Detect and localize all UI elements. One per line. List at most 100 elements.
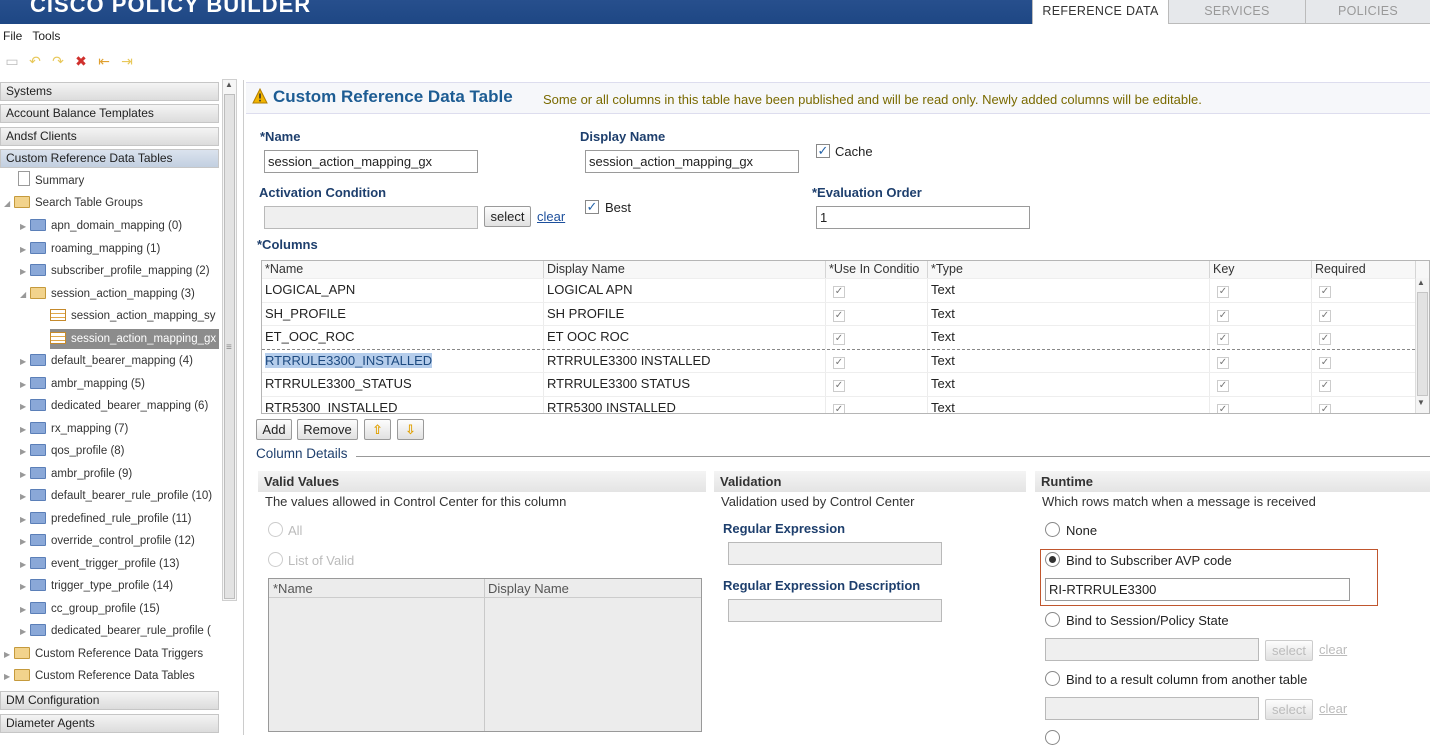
collapsed-arrow-icon[interactable]: ▶ <box>20 532 30 552</box>
bind-session-radio[interactable] <box>1045 612 1060 627</box>
grid-header-display-name[interactable]: Display Name <box>544 261 826 278</box>
check-icon[interactable]: ✓ <box>1319 286 1331 298</box>
menu-file[interactable]: File <box>3 29 22 43</box>
collapsed-arrow-icon[interactable]: ▶ <box>20 420 30 440</box>
delete-icon[interactable]: ✖ <box>72 52 90 70</box>
grid-cell-name[interactable]: RTRRULE3300_INSTALLED <box>262 349 544 373</box>
table-row[interactable]: ET_OOC_ROC ET OOC ROC ✓ Text ✓ ✓ <box>262 325 1416 349</box>
table-row[interactable]: SH_PROFILE SH PROFILE ✓ Text ✓ ✓ <box>262 301 1416 326</box>
grid-cell-checkbox[interactable]: ✓ <box>1210 279 1312 302</box>
grid-cell-name[interactable]: SH_PROFILE <box>262 302 544 326</box>
tree-group-item[interactable]: ▶ ambr_mapping (5) <box>20 374 145 394</box>
grid-scrollbar[interactable]: ▲ ▼ <box>1415 278 1429 413</box>
check-icon[interactable]: ✓ <box>1319 380 1331 392</box>
collapsed-arrow-icon[interactable]: ▶ <box>20 397 30 417</box>
grid-cell-checkbox[interactable]: ✓ <box>1312 302 1416 326</box>
pane-splitter[interactable] <box>243 80 244 735</box>
check-icon[interactable]: ✓ <box>1217 356 1229 369</box>
grid-cell-type[interactable]: Text <box>928 279 1210 302</box>
cache-checkbox[interactable]: ✓ <box>816 144 830 158</box>
tab-services[interactable]: SERVICES <box>1168 0 1305 24</box>
runtime-none-radio[interactable] <box>1045 522 1060 537</box>
grid-cell-checkbox[interactable]: ✓ <box>1210 349 1312 373</box>
grid-cell-checkbox[interactable]: ✓ <box>826 302 928 326</box>
grid-cell-display[interactable]: SH PROFILE <box>544 302 826 326</box>
grid-cell-display[interactable]: RTR5300 INSTALLED <box>544 396 826 413</box>
tree-group-item[interactable]: ▶ cc_group_profile (15) <box>20 599 160 619</box>
grid-scroll-down-icon[interactable]: ▼ <box>1417 398 1425 407</box>
check-icon[interactable]: ✓ <box>1319 309 1331 322</box>
collapsed-arrow-icon[interactable]: ▶ <box>20 555 30 575</box>
nav-diameter-agents[interactable]: Diameter Agents <box>0 714 219 733</box>
nav-account-balance-templates[interactable]: Account Balance Templates <box>0 104 219 123</box>
tab-policies[interactable]: POLICIES <box>1305 0 1430 24</box>
collapsed-arrow-icon[interactable]: ▶ <box>4 667 14 687</box>
collapsed-arrow-icon[interactable]: ▶ <box>20 217 30 237</box>
tree-group-item[interactable]: ▶ trigger_type_profile (14) <box>20 576 173 596</box>
collapsed-arrow-icon[interactable]: ▶ <box>20 442 30 462</box>
redo-icon[interactable]: ↷ <box>49 52 67 70</box>
grid-cell-checkbox[interactable]: ✓ <box>826 279 928 302</box>
add-button[interactable]: Add <box>256 419 292 440</box>
grid-cell-display[interactable]: ET OOC ROC <box>544 326 826 349</box>
check-icon[interactable]: ✓ <box>1217 309 1229 322</box>
check-icon[interactable]: ✓ <box>1319 403 1331 413</box>
tree-group-item[interactable]: ▶ roaming_mapping (1) <box>20 239 160 259</box>
tree-group-item[interactable]: ▶ apn_domain_mapping (0) <box>20 216 182 236</box>
grid-cell-checkbox[interactable]: ✓ <box>1312 349 1416 373</box>
nav-systems[interactable]: Systems <box>0 82 219 101</box>
table-row[interactable]: RTR5300_INSTALLED RTR5300 INSTALLED ✓ Text ✓… <box>262 395 1416 413</box>
grid-scroll-up-icon[interactable]: ▲ <box>1417 278 1425 287</box>
tree-group-item[interactable]: ▶ qos_profile (8) <box>20 441 125 461</box>
tree-group-item[interactable]: ◢ session_action_mapping (3) <box>20 284 195 304</box>
nav-custom-reference-data-tables[interactable]: Custom Reference Data Tables <box>0 149 219 168</box>
collapsed-arrow-icon[interactable]: ▶ <box>20 240 30 260</box>
tree-group-item[interactable]: ▶ dedicated_bearer_mapping (6) <box>20 396 208 416</box>
tree-group-item[interactable]: ▶ default_bearer_mapping (4) <box>20 351 193 371</box>
grid-cell-checkbox[interactable]: ✓ <box>826 373 928 396</box>
expanded-arrow-icon[interactable]: ◢ <box>4 194 14 214</box>
tree-group-item[interactable]: ▶ dedicated_bearer_rule_profile ( <box>20 621 211 641</box>
result-clear-link[interactable]: clear <box>1319 701 1347 716</box>
tree-search-table-groups[interactable]: ◢ Search Table Groups <box>4 193 143 213</box>
grid-cell-name[interactable]: RTR5300_INSTALLED <box>262 396 544 413</box>
grid-cell-checkbox[interactable]: ✓ <box>1312 373 1416 396</box>
tree-group-item[interactable]: ▶ ambr_profile (9) <box>20 464 132 484</box>
grid-cell-type[interactable]: Text <box>928 326 1210 349</box>
tree-group-item[interactable]: ▶ subscriber_profile_mapping (2) <box>20 261 210 281</box>
collapsed-arrow-icon[interactable]: ▶ <box>20 577 30 597</box>
grid-header-key[interactable]: Key <box>1210 261 1312 278</box>
nav-dm-configuration[interactable]: DM Configuration <box>0 691 219 710</box>
move-up-button[interactable]: ⇧ <box>364 419 391 440</box>
grid-scroll-thumb[interactable] <box>1417 292 1428 396</box>
tab-reference-data[interactable]: REFERENCE DATA <box>1032 0 1168 24</box>
grid-cell-name[interactable]: RTRRULE3300_STATUS <box>262 373 544 396</box>
grid-header-name[interactable]: *Name <box>262 261 544 278</box>
save-icon[interactable]: ▭ <box>3 52 21 70</box>
menu-tools[interactable]: Tools <box>32 29 60 43</box>
forward-icon[interactable]: ⇥ <box>118 52 136 70</box>
activation-select-button[interactable]: select <box>484 206 531 227</box>
evaluation-order-field[interactable]: 1 <box>816 206 1030 229</box>
tree-group-item[interactable]: ▶ default_bearer_rule_profile (10) <box>20 486 212 506</box>
tree-group-item[interactable]: ▶ override_control_profile (12) <box>20 531 195 551</box>
nav-scrollbar[interactable]: ▲ <box>222 79 237 601</box>
grid-cell-type[interactable]: Text <box>928 373 1210 396</box>
move-down-button[interactable]: ⇩ <box>397 419 424 440</box>
grid-cell-checkbox[interactable]: ✓ <box>826 349 928 373</box>
grid-cell-checkbox[interactable]: ✓ <box>1312 279 1416 302</box>
grid-cell-type[interactable]: Text <box>928 349 1210 373</box>
valid-list-radio[interactable] <box>268 552 283 567</box>
grid-cell-display[interactable]: LOGICAL APN <box>544 279 826 302</box>
check-icon[interactable]: ✓ <box>1217 286 1229 298</box>
collapsed-arrow-icon[interactable]: ▶ <box>20 600 30 620</box>
grid-cell-name[interactable]: LOGICAL_APN <box>262 279 544 302</box>
best-checkbox[interactable]: ✓ <box>585 200 599 214</box>
check-icon[interactable]: ✓ <box>1217 380 1229 392</box>
check-icon[interactable]: ✓ <box>1217 333 1229 345</box>
grid-cell-type[interactable]: Text <box>928 396 1210 413</box>
grid-cell-display[interactable]: RTRRULE3300 INSTALLED <box>544 349 826 373</box>
collapsed-arrow-icon[interactable]: ▶ <box>20 487 30 507</box>
table-row[interactable]: RTRRULE3300_STATUS RTRRULE3300 STATUS ✓ Tex… <box>262 372 1416 396</box>
grid-cell-checkbox[interactable]: ✓ <box>1210 326 1312 349</box>
